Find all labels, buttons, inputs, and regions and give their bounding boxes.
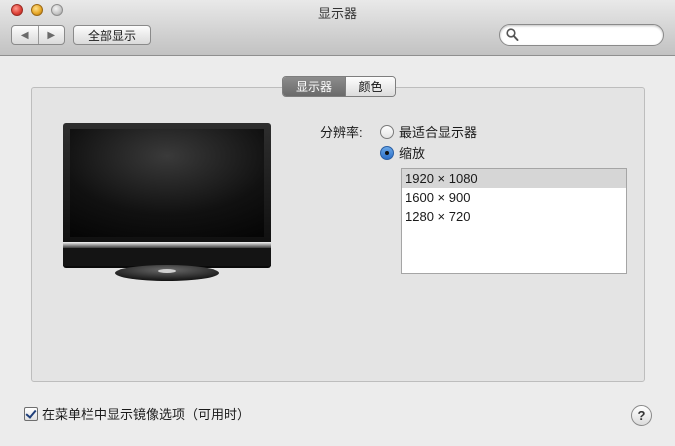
forward-button[interactable]: ▶ xyxy=(37,26,65,44)
list-item[interactable]: 1280 × 720 xyxy=(402,207,626,226)
mirror-checkbox-label: 在菜单栏中显示镜像选项（可用时） xyxy=(42,407,251,422)
radio-best-for-display[interactable]: 最适合显示器 xyxy=(380,122,477,141)
display-monitor-icon xyxy=(63,123,271,281)
help-button[interactable]: ? xyxy=(631,405,652,426)
tab-color[interactable]: 颜色 xyxy=(345,77,395,96)
tab-bar: 显示器 颜色 xyxy=(282,76,396,97)
radio-button-unselected[interactable] xyxy=(380,124,394,139)
back-button[interactable]: ◀ xyxy=(12,26,38,44)
window-title: 显示器 xyxy=(317,6,357,21)
forward-arrow-icon: ▶ xyxy=(47,29,56,41)
resolution-list[interactable]: 1920 × 1080 1600 × 900 1280 × 720 xyxy=(401,168,627,274)
search-input[interactable] xyxy=(522,27,656,43)
radio-label: 最适合显示器 xyxy=(399,125,478,140)
radio-button-selected[interactable] xyxy=(380,145,394,160)
tab-display[interactable]: 显示器 xyxy=(283,77,345,96)
window-toolbar: 显示器 ◀ ▶ 全部显示 xyxy=(0,0,675,56)
radio-label: 缩放 xyxy=(399,146,426,161)
mirror-checkbox[interactable] xyxy=(24,406,38,421)
radio-scaled[interactable]: 缩放 xyxy=(380,143,425,162)
list-item[interactable]: 1920 × 1080 xyxy=(402,169,626,188)
resolution-label: 分辨率: xyxy=(320,125,363,140)
back-forward-control: ◀ ▶ xyxy=(11,25,65,45)
search-icon xyxy=(506,28,519,41)
list-item[interactable]: 1600 × 900 xyxy=(402,188,626,207)
mirror-option[interactable]: 在菜单栏中显示镜像选项（可用时） xyxy=(24,404,250,423)
show-all-button[interactable]: 全部显示 xyxy=(73,25,151,45)
search-field[interactable] xyxy=(499,24,664,46)
back-arrow-icon: ◀ xyxy=(20,29,29,41)
